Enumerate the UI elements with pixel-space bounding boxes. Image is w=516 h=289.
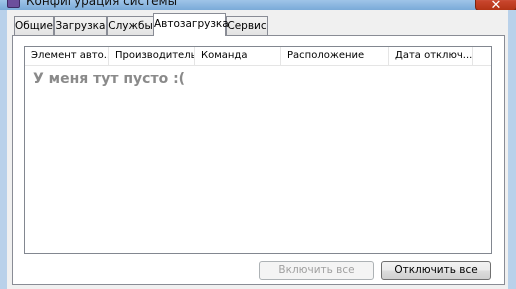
column-startup-item[interactable]: Элемент авто... xyxy=(25,47,109,65)
tab-startup[interactable]: Автозагрузка xyxy=(153,13,229,36)
column-command[interactable]: Команда xyxy=(195,47,281,65)
close-button[interactable]: ✕ xyxy=(475,0,516,10)
empty-list-message: У меня тут пусто :( xyxy=(33,71,186,87)
window-frame-left xyxy=(0,10,7,289)
msconfig-icon xyxy=(7,0,20,8)
enable-all-button[interactable]: Включить все xyxy=(259,261,374,280)
tab-services[interactable]: Службы xyxy=(107,16,154,35)
column-location[interactable]: Расположение xyxy=(281,47,389,65)
list-header: Элемент авто... Производитель Команда Ра… xyxy=(25,47,491,66)
tab-general[interactable]: Общие xyxy=(14,16,54,35)
startup-list[interactable]: Элемент авто... Производитель Команда Ра… xyxy=(24,46,492,254)
window-title: Конфигурация системы xyxy=(26,0,178,8)
column-date-disabled[interactable]: Дата отключ... xyxy=(389,47,473,65)
tab-boot[interactable]: Загрузка xyxy=(54,16,107,35)
disable-all-button[interactable]: Отключить все xyxy=(381,261,491,280)
title-bar: Конфигурация системы ✕ xyxy=(0,0,516,10)
tab-tools[interactable]: Сервис xyxy=(226,16,268,35)
column-manufacturer[interactable]: Производитель xyxy=(109,47,195,65)
window-frame-right xyxy=(508,10,516,289)
